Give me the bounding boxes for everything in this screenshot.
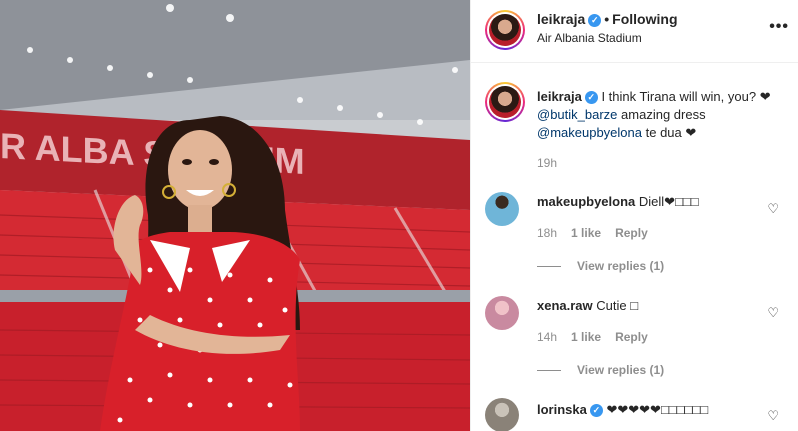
post-caption: leikraja ✓ I think Tirana will win, you? … xyxy=(537,88,787,142)
photo-illustration: R ALBA STADIUM xyxy=(0,0,470,431)
comment-time[interactable]: 14h xyxy=(537,330,557,344)
comment-text: Cutie □ xyxy=(596,298,639,313)
verified-badge-icon: ✓ xyxy=(588,13,602,27)
view-replies-button[interactable]: View replies (1) xyxy=(537,363,664,377)
comment-meta: 18h 1 like Reply xyxy=(537,226,662,240)
like-heart-icon[interactable]: ♡ xyxy=(767,305,779,321)
location-link[interactable]: Air Albania Stadium xyxy=(537,31,642,45)
like-heart-icon[interactable]: ♡ xyxy=(767,201,779,217)
comment-body: xena.raw Cutie □ xyxy=(537,298,638,313)
comment-username[interactable]: xena.raw xyxy=(537,298,593,313)
comment-meta: 14h 1 like Reply xyxy=(537,330,662,344)
separator-dot: • xyxy=(604,11,610,27)
replies-divider xyxy=(537,370,561,372)
reply-button[interactable]: Reply xyxy=(615,330,648,344)
reply-button[interactable]: Reply xyxy=(615,226,648,240)
comment-body: lorinska ✓ ❤❤❤❤❤□□□□□□ xyxy=(537,402,708,418)
caption-author-avatar[interactable] xyxy=(485,82,525,122)
mention-link[interactable]: @makeupbyelona xyxy=(537,125,642,140)
comment-likes[interactable]: 1 like xyxy=(571,226,601,240)
comment-avatar[interactable] xyxy=(485,192,519,226)
comment-body: makeupbyelona Diell❤□□□ xyxy=(537,194,699,210)
author-username[interactable]: leikraja xyxy=(537,11,585,27)
caption-text-2: amazing dress xyxy=(621,107,706,122)
verified-badge-icon: ✓ xyxy=(589,404,603,418)
replies-divider xyxy=(537,266,561,268)
author-avatar[interactable] xyxy=(485,10,525,50)
comment-username[interactable]: makeupbyelona xyxy=(537,194,635,209)
caption-text-3: te dua xyxy=(645,125,682,140)
comment-avatar[interactable] xyxy=(485,398,519,431)
caption-timestamp[interactable]: 19h xyxy=(537,156,557,170)
mention-link[interactable]: @butik_barze xyxy=(537,107,617,122)
post-photo[interactable]: R ALBA STADIUM xyxy=(0,0,470,431)
post-header: leikraja ✓ • Following Air Albania Stadium … xyxy=(471,0,798,63)
heart-emoji-icon: ❤ xyxy=(759,89,771,104)
comment-text: Diell❤□□□ xyxy=(638,194,699,209)
caption-text-1: I think Tirana will win, you? xyxy=(601,89,757,104)
comment-text: ❤❤❤❤❤□□□□□□ xyxy=(606,402,709,417)
header-user-line: leikraja ✓ • Following xyxy=(537,11,678,27)
post-side-panel: leikraja ✓ • Following Air Albania Stadium … xyxy=(470,0,798,431)
more-options-icon[interactable]: ••• xyxy=(769,18,789,36)
comment-likes[interactable]: 1 like xyxy=(571,330,601,344)
view-replies-button[interactable]: View replies (1) xyxy=(537,259,664,273)
comment-time[interactable]: 18h xyxy=(537,226,557,240)
like-heart-icon[interactable]: ♡ xyxy=(767,408,779,424)
heart-emoji-icon: ❤ xyxy=(685,125,697,140)
comment-username[interactable]: lorinska xyxy=(537,402,587,417)
caption-username[interactable]: leikraja xyxy=(537,89,582,104)
comment-avatar[interactable] xyxy=(485,296,519,330)
following-button[interactable]: Following xyxy=(612,11,677,27)
verified-badge-icon: ✓ xyxy=(584,91,598,105)
